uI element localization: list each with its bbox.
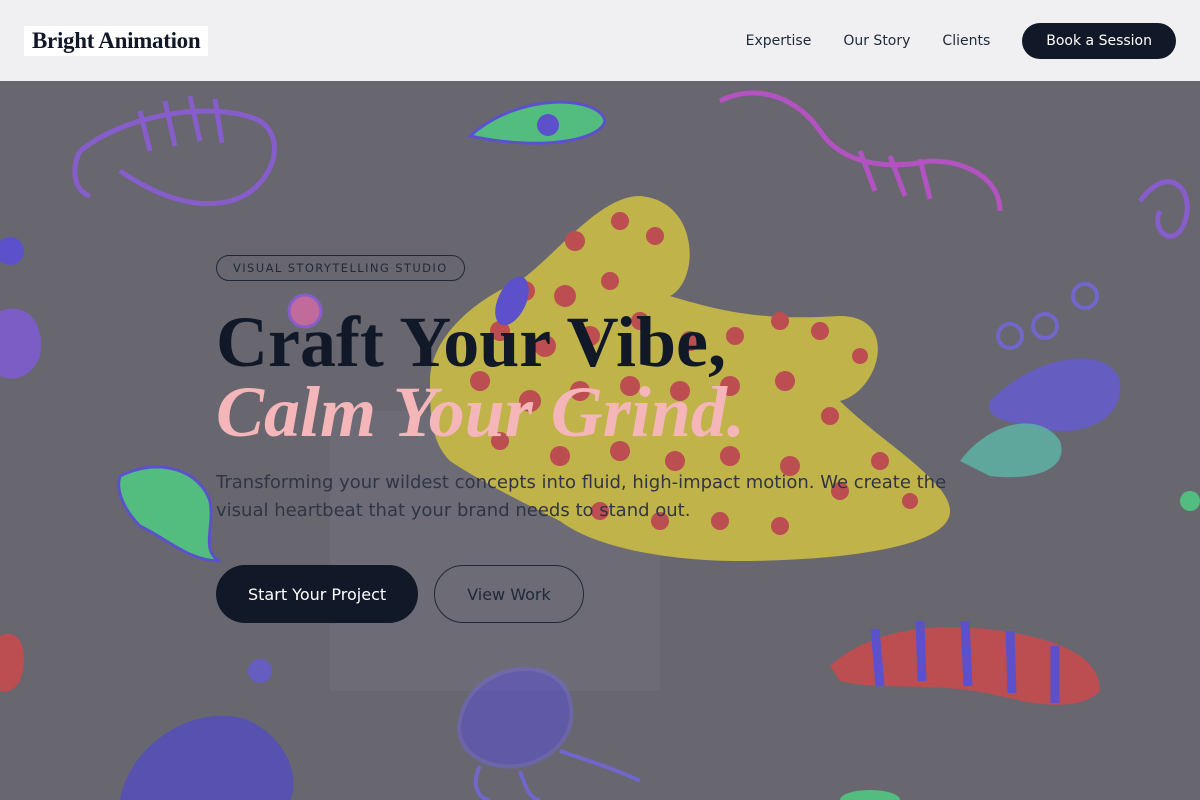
- book-session-button[interactable]: Book a Session: [1022, 22, 1176, 59]
- hero-badge: VISUAL STORYTELLING STUDIO: [216, 255, 465, 281]
- main-nav: Expertise Our Story Clients Book a Sessi…: [714, 22, 1176, 59]
- nav-link-clients[interactable]: Clients: [942, 33, 990, 49]
- headline-line-2: Calm Your Grind.: [216, 372, 745, 452]
- nav-link-expertise[interactable]: Expertise: [746, 33, 812, 49]
- headline-line-1: Craft Your Vibe,: [216, 302, 726, 382]
- hero-actions: Start Your Project View Work: [216, 565, 1016, 623]
- view-work-button[interactable]: View Work: [434, 565, 584, 623]
- start-project-button[interactable]: Start Your Project: [216, 565, 419, 623]
- site-header: Bright Animation Expertise Our Story Cli…: [0, 0, 1200, 81]
- hero-description: Transforming your wildest concepts into …: [216, 472, 947, 521]
- logo[interactable]: Bright Animation: [24, 25, 209, 56]
- hero-section: VISUAL STORYTELLING STUDIO Craft Your Vi…: [216, 255, 1016, 623]
- hero-headline: Craft Your Vibe, Calm Your Grind.: [216, 306, 1016, 452]
- nav-link-our-story[interactable]: Our Story: [843, 33, 910, 49]
